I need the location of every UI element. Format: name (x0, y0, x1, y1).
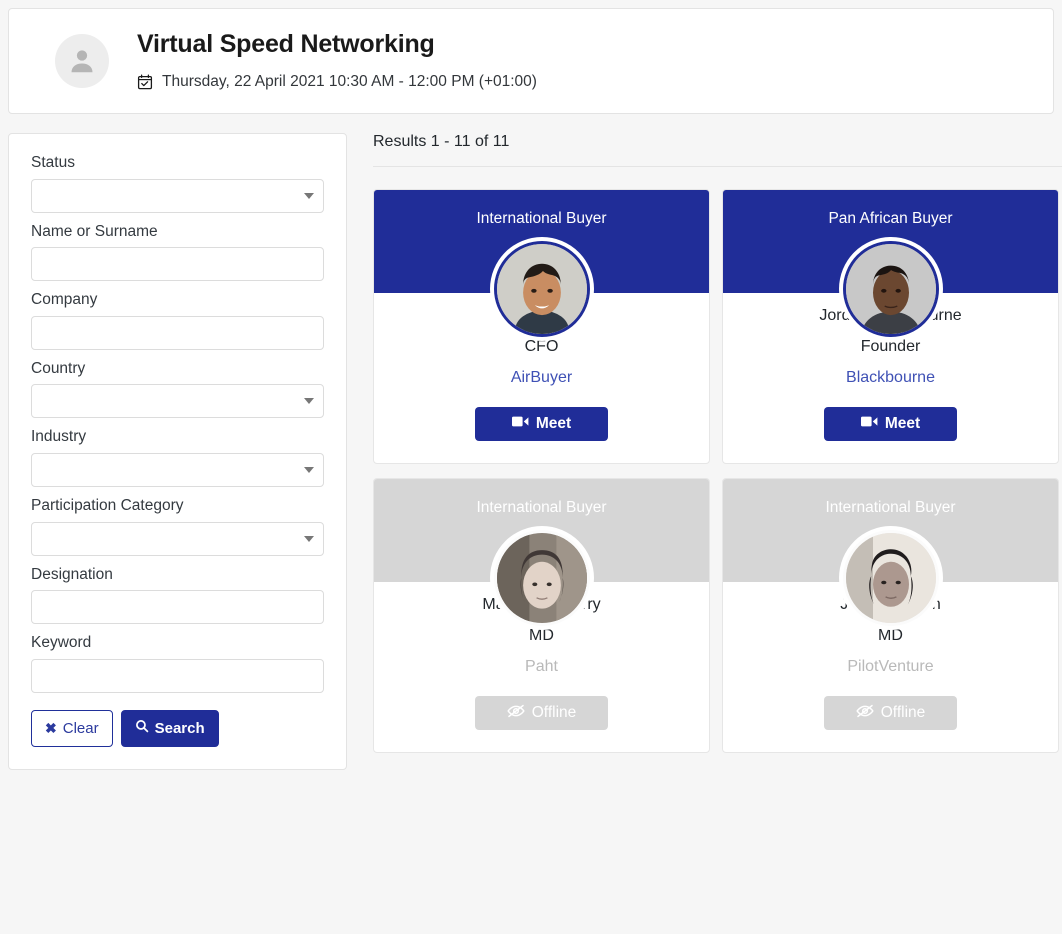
event-header: Virtual Speed Networking Thursday, 22 Ap… (8, 8, 1054, 114)
filter-label-name: Name or Surname (31, 223, 324, 242)
filter-label-participation-category: Participation Category (31, 497, 324, 516)
avatar (839, 526, 943, 630)
filter-label-keyword: Keyword (31, 634, 324, 653)
eye-slash-icon (856, 704, 874, 723)
filter-label-country: Country (31, 360, 324, 379)
page-title: Virtual Speed Networking (137, 31, 537, 59)
avatar (839, 237, 943, 341)
chevron-down-icon (304, 467, 314, 473)
person-designation: MD (737, 627, 1044, 645)
eye-slash-icon (507, 704, 525, 723)
meet-button[interactable]: Meet (475, 407, 608, 441)
filter-actions: ✖ Clear Search (31, 710, 324, 747)
offline-button-label: Offline (881, 704, 926, 722)
offline-button: Offline (475, 696, 608, 730)
avatar (490, 237, 594, 341)
video-camera-icon (512, 415, 529, 433)
person-category: International Buyer (374, 210, 709, 229)
filter-field-keyword: Keyword (31, 634, 324, 693)
person-category: Pan African Buyer (723, 210, 1058, 229)
close-x-icon: ✖ (45, 720, 57, 737)
company-input[interactable] (31, 316, 324, 350)
person-card[interactable]: International Buyer (373, 189, 710, 464)
search-button[interactable]: Search (121, 710, 219, 747)
card-banner: Pan African Buyer (723, 190, 1058, 293)
person-placeholder-icon (67, 46, 97, 76)
results-panel: Results 1 - 11 of 11 International Buyer (373, 133, 1062, 753)
filter-field-company: Company (31, 291, 324, 350)
person-category: International Buyer (374, 499, 709, 518)
person-company-link[interactable]: Paht (388, 658, 695, 676)
filter-field-name: Name or Surname (31, 223, 324, 282)
clear-button[interactable]: ✖ Clear (31, 710, 113, 747)
calendar-check-icon (137, 74, 153, 90)
filter-field-country: Country (31, 360, 324, 419)
card-action: Meet (737, 407, 1044, 441)
person-company-link[interactable]: PilotVenture (737, 658, 1044, 676)
card-action: Offline (737, 696, 1044, 730)
event-avatar (55, 34, 109, 88)
filter-label-designation: Designation (31, 566, 324, 585)
event-date: Thursday, 22 April 2021 10:30 AM - 12:00… (137, 73, 537, 91)
video-camera-icon (861, 415, 878, 433)
filter-field-participation-category: Participation Category (31, 497, 324, 556)
offline-button: Offline (824, 696, 957, 730)
card-action: Meet (388, 407, 695, 441)
chevron-down-icon (304, 193, 314, 199)
filter-field-designation: Designation (31, 566, 324, 625)
filter-label-status: Status (31, 154, 324, 173)
offline-button-label: Offline (532, 704, 577, 722)
card-banner: International Buyer (723, 479, 1058, 582)
designation-input[interactable] (31, 590, 324, 624)
search-icon (135, 719, 149, 737)
country-select[interactable] (31, 384, 324, 418)
person-company-link[interactable]: Blackbourne (737, 369, 1044, 387)
meet-button-label: Meet (885, 415, 920, 433)
card-action: Offline (388, 696, 695, 730)
keyword-input[interactable] (31, 659, 324, 693)
clear-button-label: Clear (63, 720, 99, 737)
meet-button-label: Meet (536, 415, 571, 433)
event-meta: Virtual Speed Networking Thursday, 22 Ap… (137, 31, 537, 91)
person-category: International Buyer (723, 499, 1058, 518)
person-card[interactable]: Pan African Buyer (722, 189, 1059, 464)
person-card[interactable]: International Buyer (373, 478, 710, 753)
person-company-link[interactable]: AirBuyer (388, 369, 695, 387)
person-card-grid: International Buyer (373, 189, 1062, 753)
filter-field-industry: Industry (31, 428, 324, 487)
participation-category-select[interactable] (31, 522, 324, 556)
name-or-surname-input[interactable] (31, 247, 324, 281)
industry-select[interactable] (31, 453, 324, 487)
person-designation: CFO (388, 338, 695, 356)
filter-panel: Status Name or Surname Company Country (8, 133, 347, 770)
filter-field-status: Status (31, 154, 324, 213)
chevron-down-icon (304, 398, 314, 404)
card-banner: International Buyer (374, 190, 709, 293)
filter-label-company: Company (31, 291, 324, 310)
meet-button[interactable]: Meet (824, 407, 957, 441)
person-designation: Founder (737, 338, 1044, 356)
results-count: Results 1 - 11 of 11 (373, 133, 1062, 166)
chevron-down-icon (304, 536, 314, 542)
filter-label-industry: Industry (31, 428, 324, 447)
search-button-label: Search (155, 720, 205, 737)
avatar (490, 526, 594, 630)
person-card[interactable]: International Buyer (722, 478, 1059, 753)
status-select[interactable] (31, 179, 324, 213)
card-banner: International Buyer (374, 479, 709, 582)
event-date-text: Thursday, 22 April 2021 10:30 AM - 12:00… (162, 73, 537, 91)
results-divider (373, 166, 1062, 167)
person-designation: MD (388, 627, 695, 645)
